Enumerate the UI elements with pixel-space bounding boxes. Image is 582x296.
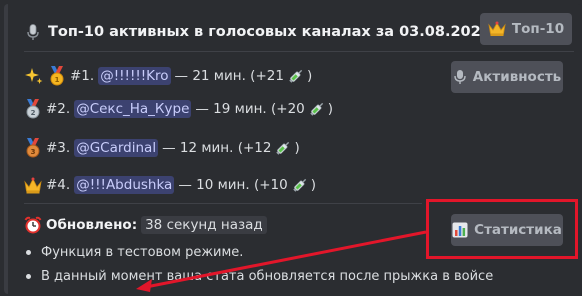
user-mention[interactable]: @GCardinal <box>74 139 159 157</box>
syringe-icon <box>292 178 306 192</box>
annotation-highlight-box <box>426 199 578 259</box>
top10-button[interactable]: Топ-10 <box>480 13 572 45</box>
entry-stats: — 10 мин. (+10 <box>178 177 288 193</box>
alarm-clock-icon <box>24 216 42 234</box>
entry-rank: #1. <box>70 68 95 84</box>
user-mention[interactable]: @!!!!!!Kro <box>98 67 171 85</box>
list-item: В данный момент ваша стата обновляется п… <box>24 264 493 288</box>
updated-label: Обновлено: <box>46 217 138 233</box>
updated-line: Обновлено: 38 секунд назад <box>24 216 267 234</box>
leaderboard-entry-4: #4. @!!!Abdushka — 10 мин. (+10 ) <box>24 175 316 195</box>
svg-text:2: 2 <box>31 109 36 117</box>
divider <box>24 203 422 204</box>
embed-title-text: Топ-10 активных в голосовых каналах за 0… <box>48 24 491 40</box>
leaderboard-entry-1: 1 #1. @!!!!!!Kro — 21 мин. (+21 ) <box>24 66 312 86</box>
leaderboard-entry-3: 3 #3. @GCardinal — 12 мин. (+12 ) <box>24 138 300 158</box>
syringe-icon <box>289 69 303 83</box>
divider <box>24 51 574 52</box>
crown-icon <box>488 21 506 37</box>
syringe-icon <box>310 102 323 116</box>
list-item: Функция в тестовом режиме. <box>24 240 493 264</box>
top10-button-label: Топ-10 <box>511 21 565 37</box>
activity-button[interactable]: Активность <box>451 61 563 93</box>
first-place-medal-icon: 1 <box>50 66 64 86</box>
microphone-icon <box>27 24 39 40</box>
updated-value: 38 секунд назад <box>141 216 267 234</box>
entry-stats: — 12 мин. (+12 <box>162 140 272 156</box>
third-place-medal-icon: 3 <box>26 138 40 158</box>
user-mention[interactable]: @!!!Abdushka <box>74 176 175 194</box>
second-place-medal-icon: 2 <box>26 99 40 119</box>
activity-button-label: Активность <box>472 69 562 85</box>
entry-stats: — 19 мин. (+20 <box>195 101 305 117</box>
crown-icon <box>24 177 42 194</box>
svg-text:1: 1 <box>55 76 60 84</box>
microphone-icon <box>453 69 467 85</box>
entry-stats: — 21 мин. (+21 <box>174 68 284 84</box>
entry-rank: #2. <box>46 101 71 117</box>
sparkles-icon <box>25 68 43 84</box>
leaderboard-entry-2: 2 #2. @Секс_На_Куре — 19 мин. (+20 ) <box>24 99 333 119</box>
embed-title: Топ-10 активных в голосовых каналах за 0… <box>24 23 515 41</box>
entry-rank: #3. <box>46 140 71 156</box>
entry-rank: #4. <box>46 177 71 193</box>
svg-text:3: 3 <box>31 148 36 156</box>
notes-list: Функция в тестовом режиме. В данный моме… <box>24 240 493 288</box>
user-mention[interactable]: @Секс_На_Куре <box>74 100 192 118</box>
syringe-icon <box>276 141 290 155</box>
